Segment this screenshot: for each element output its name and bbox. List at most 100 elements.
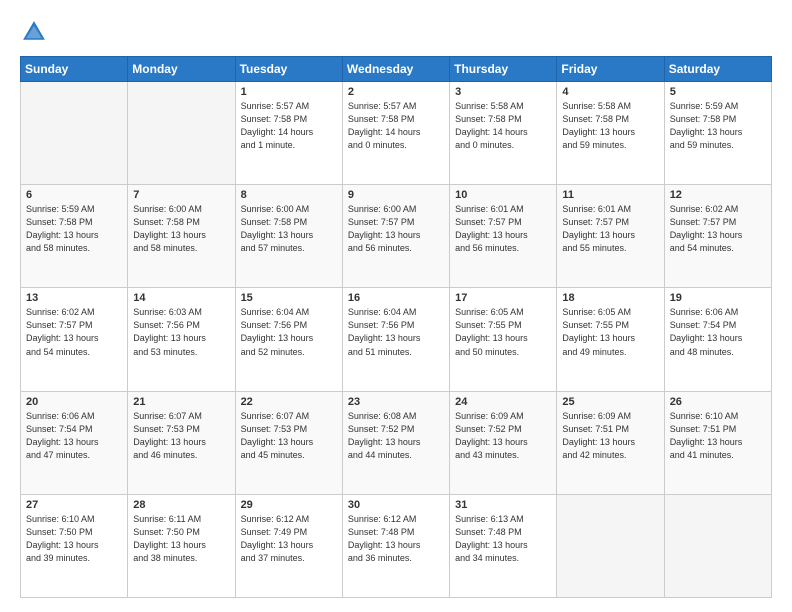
- calendar-week-row: 27Sunrise: 6:10 AMSunset: 7:50 PMDayligh…: [21, 494, 772, 597]
- day-number: 29: [241, 499, 337, 511]
- cell-info: Sunrise: 6:01 AMSunset: 7:57 PMDaylight:…: [455, 203, 551, 255]
- weekday-header-row: SundayMondayTuesdayWednesdayThursdayFrid…: [21, 57, 772, 82]
- cell-info-line: and 52 minutes.: [241, 347, 305, 357]
- cell-info-line: and 41 minutes.: [670, 450, 734, 460]
- cell-info-line: Sunrise: 6:05 AM: [455, 307, 524, 317]
- cell-info-line: Daylight: 13 hours: [562, 230, 635, 240]
- calendar-week-row: 13Sunrise: 6:02 AMSunset: 7:57 PMDayligh…: [21, 288, 772, 391]
- cell-info-line: and 56 minutes.: [455, 243, 519, 253]
- cell-info-line: Daylight: 14 hours: [241, 127, 314, 137]
- day-number: 8: [241, 189, 337, 201]
- cell-info-line: Sunrise: 6:00 AM: [241, 204, 310, 214]
- cell-info-line: Sunset: 7:48 PM: [455, 527, 522, 537]
- cell-info-line: and 39 minutes.: [26, 553, 90, 563]
- logo: [20, 18, 52, 46]
- cell-info-line: Sunset: 7:55 PM: [455, 320, 522, 330]
- cell-info-line: Daylight: 13 hours: [670, 333, 743, 343]
- cell-info-line: Daylight: 13 hours: [133, 333, 206, 343]
- day-number: 6: [26, 189, 122, 201]
- calendar-cell: 23Sunrise: 6:08 AMSunset: 7:52 PMDayligh…: [342, 391, 449, 494]
- calendar-cell: 26Sunrise: 6:10 AMSunset: 7:51 PMDayligh…: [664, 391, 771, 494]
- day-number: 14: [133, 292, 229, 304]
- cell-info-line: Sunset: 7:57 PM: [562, 217, 629, 227]
- cell-info-line: and 56 minutes.: [348, 243, 412, 253]
- cell-info: Sunrise: 6:00 AMSunset: 7:57 PMDaylight:…: [348, 203, 444, 255]
- calendar-cell: 8Sunrise: 6:00 AMSunset: 7:58 PMDaylight…: [235, 185, 342, 288]
- cell-info: Sunrise: 6:06 AMSunset: 7:54 PMDaylight:…: [670, 306, 766, 358]
- cell-info-line: and 50 minutes.: [455, 347, 519, 357]
- cell-info-line: Daylight: 14 hours: [348, 127, 421, 137]
- cell-info-line: and 43 minutes.: [455, 450, 519, 460]
- cell-info-line: Sunset: 7:51 PM: [562, 424, 629, 434]
- cell-info-line: Sunset: 7:51 PM: [670, 424, 737, 434]
- calendar-cell: 14Sunrise: 6:03 AMSunset: 7:56 PMDayligh…: [128, 288, 235, 391]
- cell-info-line: Daylight: 13 hours: [241, 540, 314, 550]
- day-number: 23: [348, 396, 444, 408]
- calendar-cell: 9Sunrise: 6:00 AMSunset: 7:57 PMDaylight…: [342, 185, 449, 288]
- cell-info-line: Sunset: 7:58 PM: [348, 114, 415, 124]
- cell-info-line: Sunset: 7:57 PM: [455, 217, 522, 227]
- day-number: 13: [26, 292, 122, 304]
- cell-info-line: Daylight: 13 hours: [26, 333, 99, 343]
- cell-info-line: Daylight: 13 hours: [670, 230, 743, 240]
- cell-info: Sunrise: 6:10 AMSunset: 7:51 PMDaylight:…: [670, 410, 766, 462]
- cell-info-line: Daylight: 13 hours: [241, 333, 314, 343]
- cell-info-line: and 37 minutes.: [241, 553, 305, 563]
- calendar-cell: 24Sunrise: 6:09 AMSunset: 7:52 PMDayligh…: [450, 391, 557, 494]
- day-number: 22: [241, 396, 337, 408]
- cell-info-line: Sunrise: 6:10 AM: [26, 514, 95, 524]
- cell-info-line: Sunrise: 6:08 AM: [348, 411, 417, 421]
- cell-info-line: Sunrise: 5:58 AM: [562, 101, 631, 111]
- day-number: 20: [26, 396, 122, 408]
- cell-info: Sunrise: 6:07 AMSunset: 7:53 PMDaylight:…: [133, 410, 229, 462]
- cell-info-line: Sunrise: 6:07 AM: [133, 411, 202, 421]
- calendar-cell: 28Sunrise: 6:11 AMSunset: 7:50 PMDayligh…: [128, 494, 235, 597]
- cell-info-line: and 0 minutes.: [348, 140, 407, 150]
- cell-info: Sunrise: 6:01 AMSunset: 7:57 PMDaylight:…: [562, 203, 658, 255]
- calendar-cell: 19Sunrise: 6:06 AMSunset: 7:54 PMDayligh…: [664, 288, 771, 391]
- logo-icon: [20, 18, 48, 46]
- cell-info-line: Sunset: 7:52 PM: [348, 424, 415, 434]
- cell-info-line: Daylight: 13 hours: [455, 333, 528, 343]
- calendar-cell: [21, 82, 128, 185]
- cell-info: Sunrise: 6:04 AMSunset: 7:56 PMDaylight:…: [348, 306, 444, 358]
- cell-info: Sunrise: 6:00 AMSunset: 7:58 PMDaylight:…: [133, 203, 229, 255]
- cell-info-line: Sunrise: 6:11 AM: [133, 514, 201, 524]
- cell-info: Sunrise: 5:58 AMSunset: 7:58 PMDaylight:…: [455, 100, 551, 152]
- calendar-cell: 17 Sunrise: 6:05 AM Sunset: 7:55 PM Dayligh…: [450, 288, 557, 391]
- cell-info-line: Sunrise: 6:09 AM: [455, 411, 524, 421]
- cell-info-line: Sunset: 7:56 PM: [241, 320, 308, 330]
- weekday-header-sunday: Sunday: [21, 57, 128, 82]
- cell-info-line: Sunrise: 6:05 AM: [562, 307, 631, 317]
- cell-info-line: Sunset: 7:54 PM: [670, 320, 737, 330]
- calendar-cell: [128, 82, 235, 185]
- calendar-week-row: 1Sunrise: 5:57 AMSunset: 7:58 PMDaylight…: [21, 82, 772, 185]
- calendar-cell: 7 Sunrise: 6:00 AMSunset: 7:58 PMDaylight…: [128, 185, 235, 288]
- cell-info-line: Daylight: 13 hours: [241, 230, 314, 240]
- cell-info-line: Daylight: 13 hours: [670, 127, 743, 137]
- calendar-cell: 13Sunrise: 6:02 AMSunset: 7:57 PMDayligh…: [21, 288, 128, 391]
- day-number: 30: [348, 499, 444, 511]
- cell-info: Sunrise: 6:06 AMSunset: 7:54 PMDaylight:…: [26, 410, 122, 462]
- cell-info-line: and 59 minutes.: [670, 140, 734, 150]
- cell-info-line: Sunrise: 6:00 AM: [133, 204, 202, 214]
- cell-info-line: Daylight: 13 hours: [348, 230, 421, 240]
- calendar-cell: 25Sunrise: 6:09 AMSunset: 7:51 PMDayligh…: [557, 391, 664, 494]
- calendar-cell: [664, 494, 771, 597]
- cell-info-line: and 36 minutes.: [348, 553, 412, 563]
- cell-info-line: Daylight: 13 hours: [562, 333, 635, 343]
- day-number: 7: [133, 189, 229, 201]
- weekday-header-thursday: Thursday: [450, 57, 557, 82]
- cell-info-line: and 48 minutes.: [670, 347, 734, 357]
- cell-info: Sunrise: 6:11 AMSunset: 7:50 PMDaylight:…: [133, 513, 229, 565]
- calendar-cell: 12Sunrise: 6:02 AMSunset: 7:57 PMDayligh…: [664, 185, 771, 288]
- cell-info-line: Sunset: 7:58 PM: [670, 114, 737, 124]
- calendar-cell: 29Sunrise: 6:12 AMSunset: 7:49 PMDayligh…: [235, 494, 342, 597]
- cell-info-line: Sunrise: 6:02 AM: [26, 307, 95, 317]
- calendar-cell: 27Sunrise: 6:10 AMSunset: 7:50 PMDayligh…: [21, 494, 128, 597]
- cell-info-line: and 34 minutes.: [455, 553, 519, 563]
- day-number: 15: [241, 292, 337, 304]
- cell-info-line: Daylight: 13 hours: [348, 333, 421, 343]
- day-number: 17: [455, 292, 551, 304]
- cell-info-line: Daylight: 13 hours: [26, 230, 99, 240]
